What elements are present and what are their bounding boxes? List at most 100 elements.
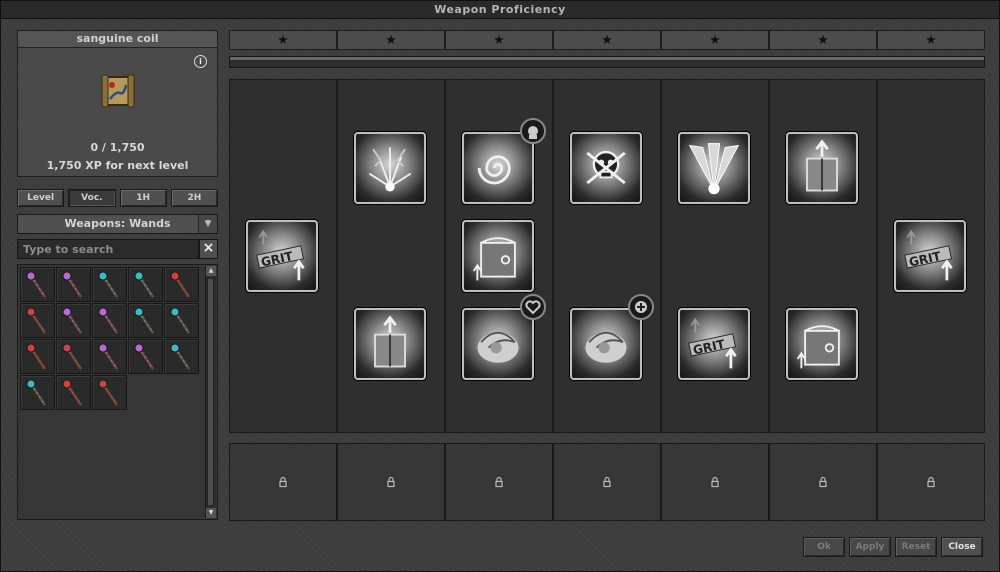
wand-icon xyxy=(26,379,47,406)
lock-icon xyxy=(927,476,935,488)
cracked-burst-icon xyxy=(368,147,412,192)
weapon-slot[interactable] xyxy=(20,303,55,338)
weapon-slot[interactable] xyxy=(56,303,91,338)
perk-slot[interactable] xyxy=(769,443,877,521)
one-handed-filter-button[interactable]: 1H xyxy=(119,189,167,207)
wand-icon xyxy=(170,271,191,298)
weapon-slot[interactable] xyxy=(164,267,199,302)
perk-vortex-icon[interactable] xyxy=(570,294,654,380)
item-name: sanguine coil xyxy=(18,31,217,48)
clear-search-icon[interactable]: × xyxy=(199,239,218,259)
ok-button[interactable]: Ok xyxy=(803,537,845,557)
heart-badge-icon xyxy=(520,294,546,320)
perk-spellbook-up-icon[interactable] xyxy=(354,308,426,380)
weapon-slot[interactable] xyxy=(92,339,127,374)
perk-grit-up-icon[interactable]: GRIT xyxy=(894,220,966,292)
wand-icon xyxy=(98,343,119,370)
weapon-grid xyxy=(20,267,206,410)
weapon-slot[interactable] xyxy=(164,339,199,374)
perk-spellbook-up-icon[interactable] xyxy=(786,132,858,204)
lock-icon xyxy=(819,476,827,488)
wand-icon xyxy=(170,307,191,334)
scroll-down-icon[interactable]: ▼ xyxy=(206,508,216,518)
apply-button[interactable]: Apply xyxy=(849,537,891,557)
wand-icon xyxy=(134,343,155,370)
perk-column xyxy=(769,79,877,433)
reset-button[interactable]: Reset xyxy=(895,537,937,557)
weapon-slot[interactable] xyxy=(92,375,127,410)
vortex-icon xyxy=(477,331,519,363)
scroll-up-icon[interactable]: ▲ xyxy=(206,266,216,276)
skull-crossbones-icon xyxy=(586,150,626,185)
perk-column: GRIT xyxy=(877,79,985,433)
tier-stars: ★ ★ ★ ★ ★ ★ ★ xyxy=(229,30,985,50)
weapon-slot[interactable] xyxy=(56,267,91,302)
weapon-slot[interactable] xyxy=(20,267,55,302)
weapon-slot[interactable] xyxy=(20,375,55,410)
info-icon[interactable]: i xyxy=(194,55,207,68)
weapon-slot[interactable] xyxy=(164,303,199,338)
perk-spiral-aura-icon[interactable] xyxy=(462,118,546,204)
svg-text:GRIT: GRIT xyxy=(908,249,943,270)
perk-column xyxy=(337,79,445,433)
scroll-thumb[interactable] xyxy=(207,278,214,506)
tier-star-icon: ★ xyxy=(553,30,661,50)
perk-slot[interactable] xyxy=(229,443,337,521)
spellbook-chain-icon xyxy=(472,237,516,281)
lock-icon xyxy=(495,476,503,488)
spell-scroll-icon xyxy=(101,74,135,108)
perk-light-burst-icon[interactable] xyxy=(678,132,750,204)
chevron-down-icon[interactable]: ▼ xyxy=(198,215,217,233)
weapon-slot[interactable] xyxy=(56,375,91,410)
window-title[interactable]: Weapon Proficiency xyxy=(1,1,999,19)
wand-icon xyxy=(62,307,83,334)
perk-skull-crossbones-icon[interactable] xyxy=(570,132,642,204)
vocation-filter-button[interactable]: Voc. xyxy=(68,189,116,207)
grit-up-icon: GRIT xyxy=(256,229,305,281)
perk-slot[interactable] xyxy=(337,443,445,521)
weapon-list-scrollbar[interactable]: ▲ ▼ xyxy=(205,266,216,518)
spellbook-up-icon xyxy=(806,139,838,192)
level-filter-button[interactable]: Level xyxy=(17,189,65,207)
perk-slot[interactable] xyxy=(661,443,769,521)
weapon-slot[interactable] xyxy=(56,339,91,374)
wand-icon xyxy=(134,307,155,334)
weapon-slot[interactable] xyxy=(128,267,163,302)
close-button[interactable]: Close xyxy=(941,537,983,557)
perk-column xyxy=(553,79,661,433)
light-burst-icon xyxy=(688,143,740,195)
perk-spellbook-chain-icon[interactable] xyxy=(462,220,534,292)
weapon-slot[interactable] xyxy=(128,303,163,338)
search-input[interactable] xyxy=(17,239,199,259)
perk-slots xyxy=(229,443,985,521)
weapon-slot[interactable] xyxy=(20,339,55,374)
perk-slot[interactable] xyxy=(553,443,661,521)
perk-grit-up-icon[interactable]: GRIT xyxy=(678,308,750,380)
perk-spellbook-chain-icon[interactable] xyxy=(786,308,858,380)
lock-icon xyxy=(387,476,395,488)
lock-icon xyxy=(711,476,719,488)
two-handed-filter-button[interactable]: 2H xyxy=(170,189,218,207)
perk-slot[interactable] xyxy=(445,443,553,521)
wand-icon xyxy=(62,379,83,406)
perk-slot[interactable] xyxy=(877,443,985,521)
perk-column xyxy=(445,79,553,433)
weapon-slot[interactable] xyxy=(92,267,127,302)
wand-icon xyxy=(26,343,47,370)
weapon-slot[interactable] xyxy=(92,303,127,338)
tier-star-icon: ★ xyxy=(229,30,337,50)
tier-star-icon: ★ xyxy=(337,30,445,50)
grit-up-icon: GRIT xyxy=(688,317,737,369)
xp-next-level: 1,750 XP for next level xyxy=(46,159,189,172)
perk-grit-up-icon[interactable]: GRIT xyxy=(246,220,318,292)
perk-grid: GRIT GRIT GRIT xyxy=(229,79,985,433)
skull-badge-icon xyxy=(520,118,546,144)
wand-icon xyxy=(98,379,119,406)
wand-icon xyxy=(26,307,47,334)
weapon-slot[interactable] xyxy=(128,339,163,374)
spellbook-chain-icon xyxy=(796,325,840,369)
perk-vortex-icon[interactable] xyxy=(462,294,546,380)
weapon-category-value: Weapons: Wands xyxy=(64,217,171,230)
weapon-category-select[interactable]: Weapons: Wands ▼ xyxy=(17,214,218,234)
perk-cracked-burst-icon[interactable] xyxy=(354,132,426,204)
